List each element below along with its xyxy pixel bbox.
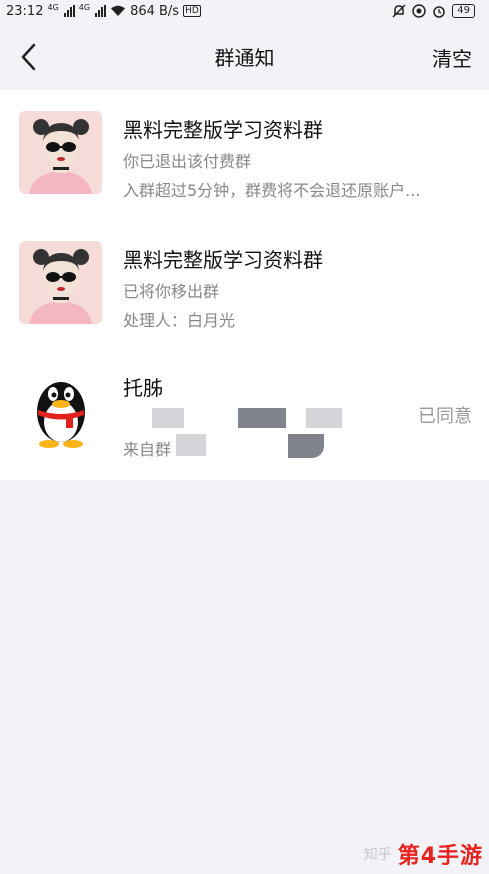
network-type-2: 4G: [78, 2, 91, 12]
signal-icon-2: [95, 5, 107, 17]
site-logo: 第4手游: [397, 844, 483, 869]
status-bar: 23:12 4G 4G 864 B/s HD 49: [0, 0, 489, 22]
group-name: 黑料完整版学习资料群: [123, 118, 323, 142]
redacted-text: [152, 408, 184, 428]
battery-icon: 49: [452, 4, 475, 18]
source-group-label: 来自群: [123, 440, 172, 459]
notification-item[interactable]: 黑料完整版学习资料群 已将你移出群 处理人：白月光: [0, 220, 489, 350]
notification-detail: 入群超过5分钟，群费将不会退还原账户...: [123, 181, 421, 200]
redacted-text: [176, 434, 206, 456]
network-type-1: 4G: [47, 2, 59, 12]
redacted-text: [238, 408, 286, 428]
notification-message: 你已退出该付费群: [123, 152, 252, 171]
group-avatar: [19, 111, 102, 194]
group-name: 黑料完整版学习资料群: [123, 248, 323, 272]
network-speed: 864 B/s: [130, 3, 180, 19]
zhihu-watermark: 知乎: [363, 847, 392, 863]
notification-list: 黑料完整版学习资料群 你已退出该付费群 入群超过5分钟，群费将不会退还原账户..…: [0, 90, 489, 480]
wifi-icon: [111, 5, 126, 16]
back-button[interactable]: [18, 42, 44, 72]
notification-message: 已将你移出群: [123, 282, 220, 301]
signal-icon: [63, 5, 75, 17]
user-name: 托胏: [123, 376, 163, 400]
at-icon: [412, 4, 427, 18]
notification-detail: 处理人：白月光: [123, 311, 236, 330]
redacted-text: [306, 408, 342, 428]
watermark: 知乎 第4手游: [364, 838, 483, 870]
mute-bell-icon: [392, 4, 406, 18]
nav-bar: 群通知 清空: [0, 22, 489, 90]
hd-icon: HD: [183, 5, 201, 17]
group-avatar: [19, 241, 102, 324]
clock: 23:12: [6, 3, 44, 19]
clear-button[interactable]: 清空: [432, 43, 472, 72]
redacted-text: [288, 434, 324, 458]
status-badge: 已同意: [418, 406, 472, 427]
notification-item[interactable]: 黑料完整版学习资料群 你已退出该付费群 入群超过5分钟，群费将不会退还原账户..…: [0, 90, 489, 220]
page-title: 群通知: [214, 45, 275, 70]
notification-item[interactable]: 托胏 来自群: [0, 350, 489, 480]
alarm-icon: [433, 6, 446, 18]
qq-penguin-avatar: [30, 372, 92, 448]
